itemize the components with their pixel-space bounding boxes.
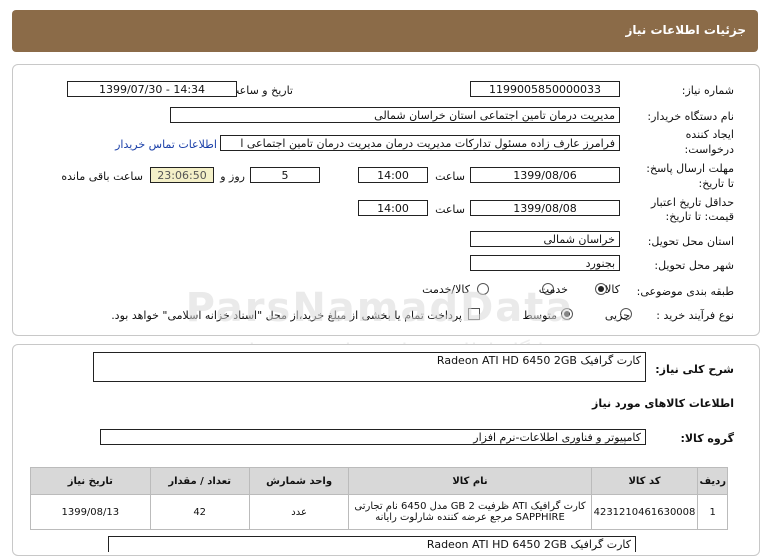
need-number-field: 1199005850000033: [470, 81, 620, 97]
col-qty: تعداد / مقدار: [149, 467, 250, 495]
col-date: تاریخ نیاز: [30, 467, 151, 495]
deadline-label-1: مهلت ارسال پاسخ:: [646, 162, 734, 175]
deadline-time-field: 14:00: [358, 167, 428, 183]
treasury-payment-note: پرداخت تمام یا بخشی از مبلغ خرید،از محل …: [111, 309, 462, 322]
category-goods-service-label: کالا/خدمت: [422, 283, 470, 296]
province-label: استان محل تحویل:: [647, 235, 734, 248]
treasury-payment-checkbox[interactable]: [468, 308, 480, 320]
announce-field: 1399/07/30 - 14:34: [67, 81, 237, 97]
col-row: ردیف: [697, 467, 728, 495]
requester-field: فرامرز عارف زاده مسئول تدارکات مدیریت در…: [220, 135, 620, 151]
group-label: گروه کالا:: [680, 432, 734, 445]
validity-label-2: قیمت: تا تاریخ:: [665, 210, 734, 223]
cell-qty: 42: [149, 494, 250, 530]
validity-date-field: 1399/08/08: [470, 200, 620, 216]
requester-label-1: ایجاد کننده: [685, 128, 734, 141]
process-medium-label: متوسط: [522, 309, 557, 322]
col-unit: واحد شمارش: [248, 467, 350, 495]
city-field: بجنورد: [470, 255, 620, 271]
cell-code: 4231210461630008: [590, 494, 699, 530]
province-field: خراسان شمالی: [470, 231, 620, 247]
page-header: جزئیات اطلاعات نیاز: [12, 10, 758, 52]
remaining-time-field: 23:06:50: [150, 167, 214, 183]
items-heading: اطلاعات کالاهای مورد نیاز: [592, 397, 734, 410]
col-name: نام کالا: [348, 467, 592, 495]
summary-field: کارت گرافیک Radeon ATI HD 6450 2GB: [93, 352, 646, 382]
items-table-header: ردیف کد کالا نام کالا واحد شمارش تعداد /…: [30, 467, 728, 495]
cell-name-line1: کارت گرافیک ATI ظرفیت 2 GB مدل 6450 نام …: [354, 501, 586, 512]
category-label: طبقه بندی موضوعی:: [636, 285, 734, 298]
days-label: روز و: [220, 170, 245, 183]
summary-label: شرح کلی نیاز:: [655, 363, 734, 376]
remaining-label: ساعت باقی مانده: [61, 170, 143, 183]
cell-row: 1: [697, 494, 728, 530]
partial-description-field: کارت گرافیک Radeon ATI HD 6450 2GB: [108, 536, 636, 552]
days-remaining-field: 5: [250, 167, 320, 183]
validity-label-1: حداقل تاریخ اعتبار: [650, 196, 734, 209]
buyer-contact-link[interactable]: اطلاعات تماس خریدار: [115, 138, 217, 151]
validity-time-label: ساعت: [435, 203, 465, 216]
page-title: جزئیات اطلاعات نیاز: [625, 23, 746, 37]
group-field: کامپیوتر و فناوری اطلاعات-نرم افزار: [100, 429, 646, 445]
buyer-label: نام دستگاه خریدار:: [647, 110, 734, 123]
category-goods-label: کالا: [605, 283, 620, 296]
deadline-date-field: 1399/08/06: [470, 167, 620, 183]
city-label: شهر محل تحویل:: [654, 259, 734, 272]
process-medium-radio[interactable]: [561, 308, 573, 320]
table-row: 1 4231210461630008 کارت گرافیک ATI ظرفیت…: [30, 494, 728, 530]
category-service-label: خدمت: [538, 283, 568, 296]
cell-unit: عدد: [248, 494, 350, 530]
items-table: ردیف کد کالا نام کالا واحد شمارش تعداد /…: [30, 467, 728, 530]
deadline-label-2: تا تاریخ:: [698, 177, 734, 190]
process-label: نوع فرآیند خرید :: [656, 309, 734, 322]
cell-date: 1399/08/13: [30, 494, 151, 530]
buyer-field: مدیریت درمان تامین اجتماعی استان خراسان …: [170, 107, 620, 123]
process-minor-label: جزیی: [604, 309, 630, 322]
category-goods-service-radio[interactable]: [477, 283, 489, 295]
need-number-label: شماره نیاز:: [681, 84, 734, 97]
requester-label-2: درخواست:: [684, 143, 734, 156]
deadline-time-label: ساعت: [435, 170, 465, 183]
cell-name-line2: SAPPHIRE مرجع عرضه کننده شارلوت رایانه: [375, 512, 565, 523]
cell-name: کارت گرافیک ATI ظرفیت 2 GB مدل 6450 نام …: [348, 494, 592, 530]
validity-time-field: 14:00: [358, 200, 428, 216]
col-code: کد کالا: [590, 467, 699, 495]
